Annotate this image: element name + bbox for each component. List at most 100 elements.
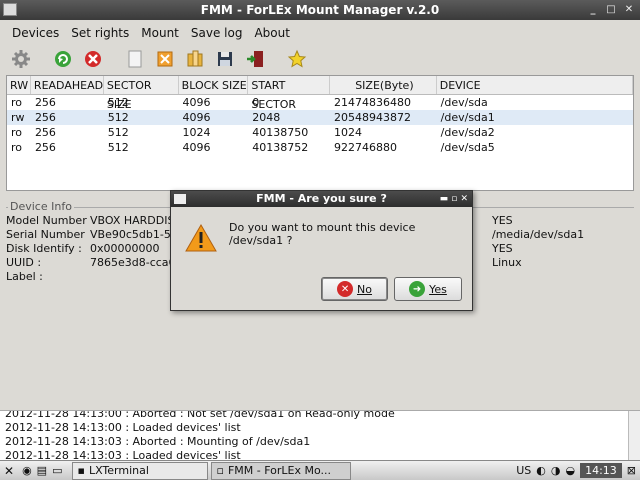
cell-readahead: 256 — [34, 111, 56, 124]
dialog-window-buttons[interactable]: ▬ ▫ ✕ — [440, 191, 468, 207]
mount-folder-button[interactable] — [182, 46, 208, 72]
volume-icon[interactable]: ◑ — [551, 464, 561, 477]
close-button[interactable]: ✕ — [622, 3, 636, 17]
refresh-button[interactable] — [50, 46, 76, 72]
menu-devices[interactable]: Devices — [6, 22, 65, 44]
yes-label: Yes — [429, 282, 447, 296]
system-tray: US ◐ ◑ ◒ 14:13 ⊠ — [516, 463, 640, 478]
info-right: YES — [492, 242, 513, 255]
table-row[interactable]: ro 256 512 4096 0 21474836480 /dev/sda — [7, 95, 633, 110]
logout-icon[interactable]: ⊠ — [627, 464, 636, 477]
col-block-size[interactable]: BLOCK SIZE — [179, 76, 249, 94]
cell-device: /dev/sda — [440, 96, 488, 109]
device-table[interactable]: RW READAHEAD SECTOR SIZE BLOCK SIZE STAR… — [6, 75, 634, 191]
dialog-window-icon — [174, 194, 186, 204]
clock[interactable]: 14:13 — [580, 463, 622, 478]
log-panel[interactable]: 2012-11-28 14:13:00 : Aborted : Not set … — [0, 410, 640, 460]
taskbar-item-lxterminal[interactable]: ▪ LXTerminal — [72, 461, 209, 480]
folder-icon — [187, 50, 203, 67]
cell-size: 20548943872 — [333, 111, 411, 124]
blank-device-button[interactable] — [122, 46, 148, 72]
taskbar-item-label: FMM - ForLEx Mo... — [227, 464, 332, 477]
cell-start-sector: 40138752 — [252, 141, 309, 154]
cell-readahead: 256 — [34, 141, 56, 154]
window-icon — [3, 3, 17, 16]
cell-device: /dev/sda2 — [440, 126, 495, 139]
file-manager-icon[interactable]: ▤ — [37, 464, 47, 477]
cell-device: /dev/sda1 — [440, 111, 495, 124]
col-device[interactable]: DEVICE — [437, 76, 633, 94]
log-line: 2012-11-28 14:13:03 : Loaded devices' li… — [5, 449, 241, 460]
col-size[interactable]: SIZE(Byte) — [330, 76, 437, 94]
info-value: VBOX HARDDIS — [90, 214, 175, 227]
no-button[interactable]: ✕ No — [321, 277, 388, 301]
taskbar-item-fmm[interactable]: ▫ FMM - ForLEx Mo... — [211, 461, 352, 480]
cell-block-size: 4096 — [182, 111, 211, 124]
cell-sector-size: 512 — [107, 111, 129, 124]
menu-set-rights[interactable]: Set rights — [65, 22, 135, 44]
log-scrollbar[interactable] — [628, 411, 640, 460]
menu-save-log[interactable]: Save log — [185, 22, 249, 44]
cell-readahead: 256 — [34, 126, 56, 139]
menu-about[interactable]: About — [248, 22, 295, 44]
remove-button[interactable] — [80, 46, 106, 72]
taskbar-item-label: LXTerminal — [88, 464, 149, 477]
dialog-message: Do you want to mount this device /dev/sd… — [229, 221, 416, 247]
cell-block-size: 1024 — [182, 126, 211, 139]
col-sector-size[interactable]: SECTOR SIZE — [104, 76, 179, 111]
no-icon: ✕ — [337, 281, 354, 297]
cell-sector-size: 512 — [107, 96, 129, 109]
cell-start-sector: 2048 — [252, 111, 281, 124]
cell-size: 21474836480 — [333, 96, 411, 109]
unmount-button[interactable] — [152, 46, 178, 72]
col-rw[interactable]: RW — [7, 76, 31, 94]
yes-icon: ➜ — [409, 281, 426, 297]
cell-sector-size: 512 — [107, 141, 129, 154]
favorite-button[interactable] — [284, 46, 310, 72]
terminal-icon: ▪ — [77, 464, 85, 477]
cancel-box-icon — [157, 51, 173, 67]
exit-button[interactable] — [242, 46, 268, 72]
table-row[interactable]: ro 256 512 4096 40138752 922746880 /dev/… — [7, 140, 633, 155]
window-icon: ▫ — [216, 464, 224, 477]
power-icon[interactable]: ◒ — [565, 464, 575, 477]
browser-icon[interactable]: ◉ — [22, 464, 32, 477]
log-line: 2012-11-28 14:13:00 : Loaded devices' li… — [5, 421, 241, 434]
start-menu-icon[interactable]: ✕ — [4, 464, 14, 478]
keyboard-layout[interactable]: US — [516, 464, 531, 477]
cell-block-size: 4096 — [182, 141, 211, 154]
maximize-button[interactable]: □ — [604, 3, 618, 17]
save-log-button[interactable] — [212, 46, 238, 72]
info-key: Label : — [6, 270, 43, 283]
dialog-title: FMM - Are you sure ? — [256, 192, 387, 205]
minimize-button[interactable]: _ — [586, 3, 600, 17]
log-line: 2012-11-28 14:13:03 : Aborted : Mounting… — [5, 435, 311, 448]
col-readahead[interactable]: READAHEAD — [31, 76, 104, 94]
log-line: 2012-11-28 14:13:00 : Aborted : Not set … — [5, 410, 395, 420]
menu-mount[interactable]: Mount — [135, 22, 185, 44]
col-start-sector[interactable]: START SECTOR — [248, 76, 331, 111]
window-title: FMM - ForLEx Mount Manager v.2.0 — [200, 3, 440, 17]
table-row-selected[interactable]: rw 256 512 4096 2048 20548943872 /dev/sd… — [7, 110, 633, 125]
confirm-dialog: FMM - Are you sure ? ▬ ▫ ✕ Do you want t… — [170, 190, 473, 311]
cell-device: /dev/sda5 — [440, 141, 495, 154]
info-value: VBe90c5db1-57 — [90, 228, 178, 241]
toolbar — [0, 45, 640, 73]
cell-size: 922746880 — [333, 141, 397, 154]
floppy-icon — [218, 52, 232, 66]
info-value: 0x00000000 — [90, 242, 160, 255]
refresh-icon — [55, 51, 71, 67]
cell-rw: ro — [11, 141, 23, 154]
menubar: Devices Set rights Mount Save log About — [0, 22, 640, 44]
document-icon — [128, 50, 142, 68]
cell-start-sector: 0 — [252, 96, 260, 109]
info-right: YES — [492, 214, 513, 227]
cell-rw: ro — [11, 126, 23, 139]
network-icon[interactable]: ◐ — [536, 464, 546, 477]
yes-button[interactable]: ➜ Yes — [394, 277, 462, 301]
table-row[interactable]: ro 256 512 1024 40138750 1024 /dev/sda2 — [7, 125, 633, 140]
cell-start-sector: 40138750 — [252, 126, 309, 139]
settings-button[interactable] — [8, 46, 34, 72]
show-desktop-icon[interactable]: ▭ — [52, 464, 62, 477]
cell-readahead: 256 — [34, 96, 56, 109]
